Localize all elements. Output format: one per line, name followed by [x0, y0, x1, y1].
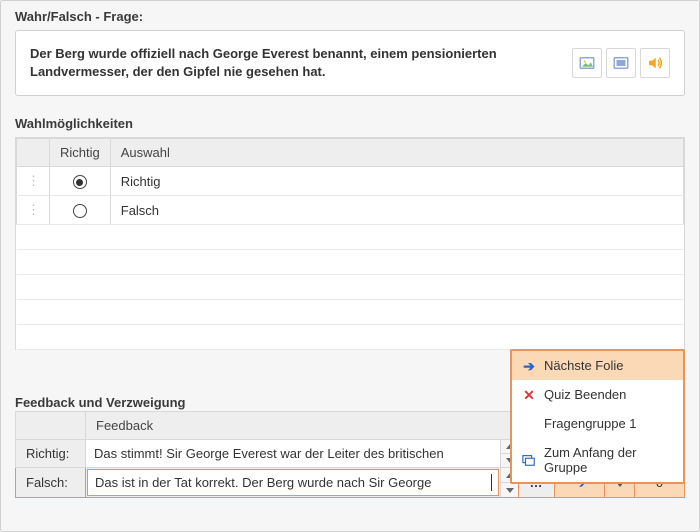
col-grip: [17, 139, 50, 167]
video-icon: [612, 54, 630, 72]
col-correct: Richtig: [50, 139, 111, 167]
feedback-text-wrong[interactable]: Das ist in der Tat korrekt. Der Berg wur…: [87, 469, 499, 496]
choice-label[interactable]: Falsch: [110, 196, 683, 225]
arrow-right-icon: ➔: [522, 359, 536, 373]
audio-icon: [646, 54, 664, 72]
fb-col-label: [16, 412, 86, 440]
branch-menu: ➔ Nächste Folie ✕ Quiz Beenden Fragengru…: [510, 349, 685, 484]
fb-col-feedback: Feedback: [86, 412, 519, 440]
correct-radio[interactable]: [73, 175, 87, 189]
choices-section-header: Wahlmöglichkeiten: [1, 108, 699, 137]
drag-handle[interactable]: ⋮: [17, 167, 50, 196]
insert-image-button[interactable]: [572, 48, 602, 78]
media-buttons: [572, 48, 670, 78]
question-box: Der Berg wurde offiziell nach George Eve…: [15, 30, 685, 96]
drag-handle[interactable]: ⋮: [17, 196, 50, 225]
blank-icon: [522, 417, 536, 431]
menu-item-label: Zum Anfang der Gruppe: [544, 445, 673, 475]
menu-item-label: Fragengruppe 1: [544, 416, 637, 431]
col-choice: Auswahl: [110, 139, 683, 167]
feedback-label: Falsch:: [16, 468, 86, 498]
empty-row: [17, 300, 684, 325]
menu-item-label: Nächste Folie: [544, 358, 623, 373]
choices-table: Richtig Auswahl ⋮ Richtig ⋮ Falsch: [15, 137, 685, 350]
empty-row: [17, 250, 684, 275]
question-section-header: Wahr/Falsch - Frage:: [1, 1, 699, 30]
step-down[interactable]: [501, 483, 518, 497]
empty-row: [17, 225, 684, 250]
menu-item-label: Quiz Beenden: [544, 387, 626, 402]
choice-row: ⋮ Richtig: [17, 167, 684, 196]
image-icon: [578, 54, 596, 72]
correct-radio[interactable]: [73, 204, 87, 218]
editor-panel: Wahr/Falsch - Frage: Der Berg wurde offi…: [0, 0, 700, 532]
insert-video-button[interactable]: [606, 48, 636, 78]
choice-row: ⋮ Falsch: [17, 196, 684, 225]
empty-row: [17, 325, 684, 350]
menu-item-group-start[interactable]: Zum Anfang der Gruppe: [512, 438, 683, 482]
insert-audio-button[interactable]: [640, 48, 670, 78]
empty-row: [17, 275, 684, 300]
choice-label[interactable]: Richtig: [110, 167, 683, 196]
menu-item-question-group[interactable]: Fragengruppe 1: [512, 409, 683, 438]
close-icon: ✕: [522, 388, 536, 402]
feedback-label: Richtig:: [16, 440, 86, 468]
rewind-group-icon: [522, 453, 536, 467]
feedback-text-correct[interactable]: Das stimmt! Sir George Everest war der L…: [86, 440, 500, 467]
menu-item-end-quiz[interactable]: ✕ Quiz Beenden: [512, 380, 683, 409]
question-text[interactable]: Der Berg wurde offiziell nach George Eve…: [30, 45, 562, 81]
chevron-down-icon: [506, 488, 514, 493]
menu-item-next-slide[interactable]: ➔ Nächste Folie: [512, 351, 683, 380]
